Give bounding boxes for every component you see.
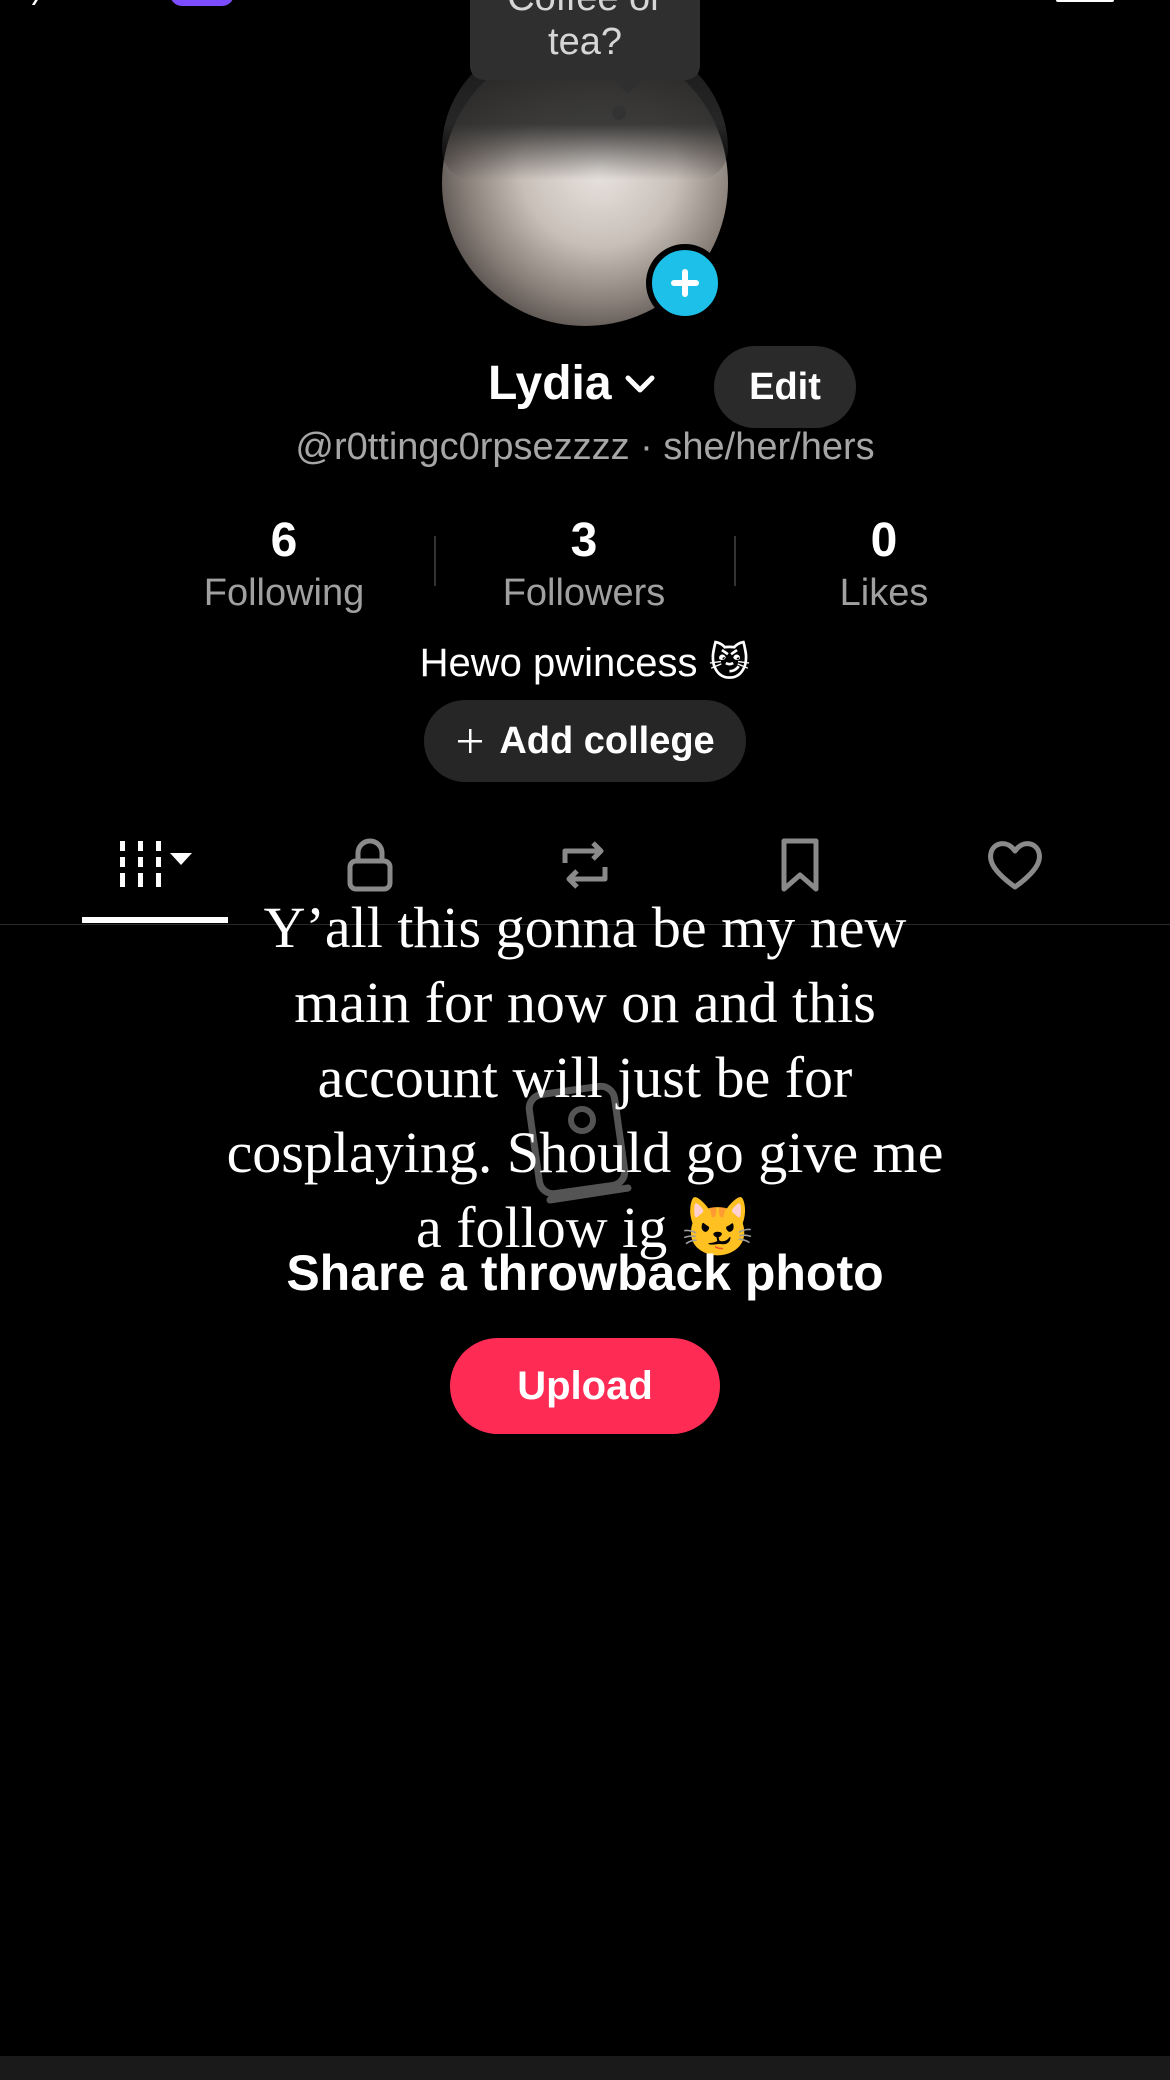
stat-value: 3 [570, 514, 598, 567]
stat-label: Following [203, 572, 365, 614]
tooltip-tail [612, 78, 644, 94]
profile-name: Lydia [488, 357, 612, 410]
add-story-button[interactable] [646, 244, 724, 322]
videos-grid-icon [120, 841, 192, 887]
repost-icon [562, 841, 608, 889]
plus-icon [458, 729, 483, 753]
stat-followers[interactable]: 3 Followers [434, 512, 734, 616]
heart-icon [988, 841, 1042, 890]
tooltip-pointer-dot [612, 106, 626, 120]
bookmark-icon [781, 838, 819, 892]
top-app-badge [170, 0, 234, 6]
edit-profile-button[interactable]: Edit [714, 346, 856, 428]
tooltip-text: Coffee or tea? [507, 0, 663, 63]
stat-likes[interactable]: 0 Likes [734, 512, 1034, 616]
stat-value: 0 [870, 514, 898, 567]
add-college-button[interactable]: Add college [424, 700, 746, 782]
stat-label: Likes [839, 572, 929, 614]
tooltip-bubble[interactable]: Coffee or tea? [470, 0, 700, 80]
plus-icon [671, 269, 699, 297]
top-left-icon: ⁄ [40, 0, 47, 15]
stat-label: Followers [502, 572, 666, 614]
chevron-down-icon [625, 375, 655, 392]
empty-state-title: Share a throwback photo [286, 1245, 884, 1301]
lock-icon [347, 838, 393, 892]
menu-icon[interactable] [1056, 0, 1114, 2]
upload-button[interactable]: Upload [450, 1338, 720, 1434]
add-college-label: Add college [499, 719, 715, 762]
bottom-nav-bar [0, 2056, 1170, 2080]
profile-handle: @r0ttingc0rpsezzzz · she/her/hers [295, 426, 875, 468]
profile-name-switcher[interactable]: Lydia [488, 356, 658, 411]
stat-value: 6 [270, 514, 298, 567]
stat-following[interactable]: 6 Following [134, 512, 434, 616]
profile-bio: Hewo pwincess 😼 [419, 641, 751, 685]
overlay-caption: Y’all this gonna be my new main for now … [226, 895, 944, 1260]
